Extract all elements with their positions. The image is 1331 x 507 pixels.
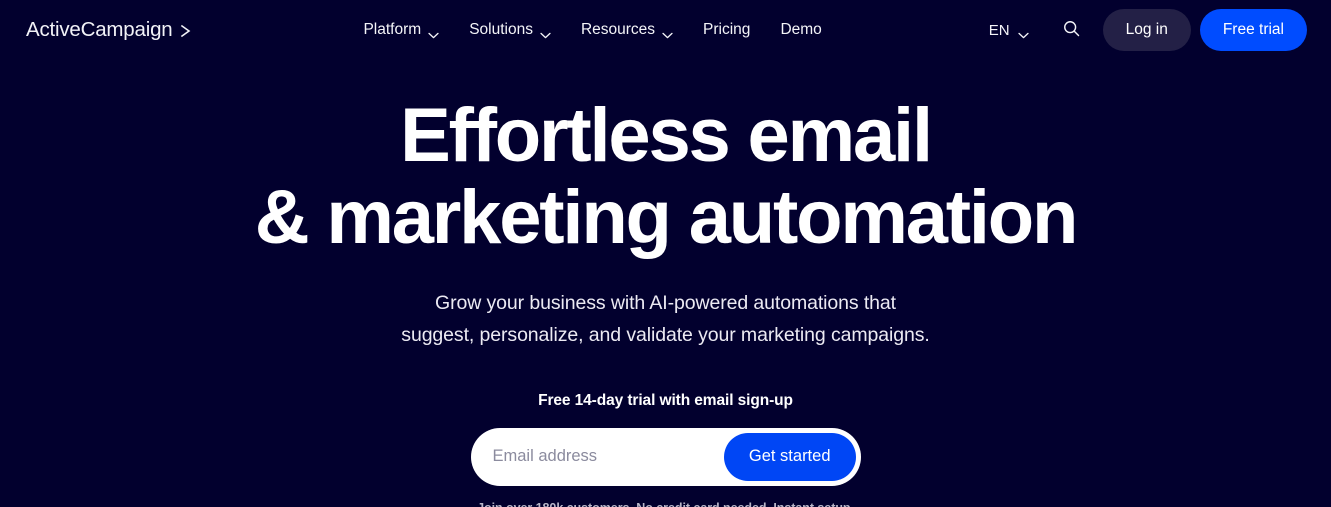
page-title-line-2: & marketing automation bbox=[254, 175, 1079, 260]
hero-subtitle-line-2: suggest, personalize, and validate your … bbox=[401, 324, 930, 347]
hero-section: Effortless email & marketing automation … bbox=[0, 60, 1331, 507]
search-icon bbox=[1062, 19, 1081, 41]
chevron-down-icon bbox=[428, 27, 439, 38]
site-header: ActiveCampaign Platform Solutions Resour… bbox=[0, 0, 1331, 60]
brand-logo[interactable]: ActiveCampaign bbox=[26, 17, 193, 41]
nav-item-pricing[interactable]: Pricing bbox=[703, 16, 750, 44]
main-navigation: Platform Solutions Resources Pricing Dem… bbox=[363, 16, 822, 44]
nav-item-solutions[interactable]: Solutions bbox=[469, 16, 551, 44]
nav-item-solutions-label: Solutions bbox=[469, 21, 533, 39]
nav-item-platform[interactable]: Platform bbox=[363, 16, 439, 44]
chevron-down-icon bbox=[540, 27, 551, 38]
search-button[interactable] bbox=[1053, 11, 1091, 49]
brand-logo-text: ActiveCampaign bbox=[26, 17, 173, 41]
header-actions: EN Log in Free trial bbox=[985, 9, 1307, 51]
free-trial-button[interactable]: Free trial bbox=[1199, 9, 1307, 51]
email-input[interactable] bbox=[470, 432, 724, 481]
signup-form: Get started bbox=[470, 427, 861, 486]
page-title-line-1: Effortless email bbox=[400, 93, 933, 178]
trial-label: Free 14-day trial with email sign-up bbox=[538, 391, 793, 409]
language-selector[interactable]: EN bbox=[985, 17, 1033, 44]
hero-subtitle: Grow your business with AI-powered autom… bbox=[0, 287, 1331, 352]
nav-item-demo[interactable]: Demo bbox=[780, 16, 821, 44]
page-title: Effortless email & marketing automation bbox=[0, 98, 1331, 256]
hero-subtitle-line-1: Grow your business with AI-powered autom… bbox=[435, 292, 896, 314]
chevron-right-icon bbox=[179, 23, 193, 39]
nav-item-resources[interactable]: Resources bbox=[581, 16, 673, 44]
login-button[interactable]: Log in bbox=[1102, 9, 1191, 51]
chevron-down-icon bbox=[1017, 27, 1029, 38]
nav-item-platform-label: Platform bbox=[363, 21, 422, 39]
nav-item-resources-label: Resources bbox=[580, 21, 656, 39]
language-selector-label: EN bbox=[988, 21, 1010, 39]
chevron-down-icon bbox=[662, 27, 673, 38]
signup-fineprint: Join over 180k customers. No credit card… bbox=[0, 501, 1331, 507]
nav-item-demo-label: Demo bbox=[780, 21, 822, 39]
landing-page: ActiveCampaign Platform Solutions Resour… bbox=[0, 0, 1331, 507]
nav-item-pricing-label: Pricing bbox=[703, 21, 751, 39]
get-started-button[interactable]: Get started bbox=[723, 432, 856, 481]
